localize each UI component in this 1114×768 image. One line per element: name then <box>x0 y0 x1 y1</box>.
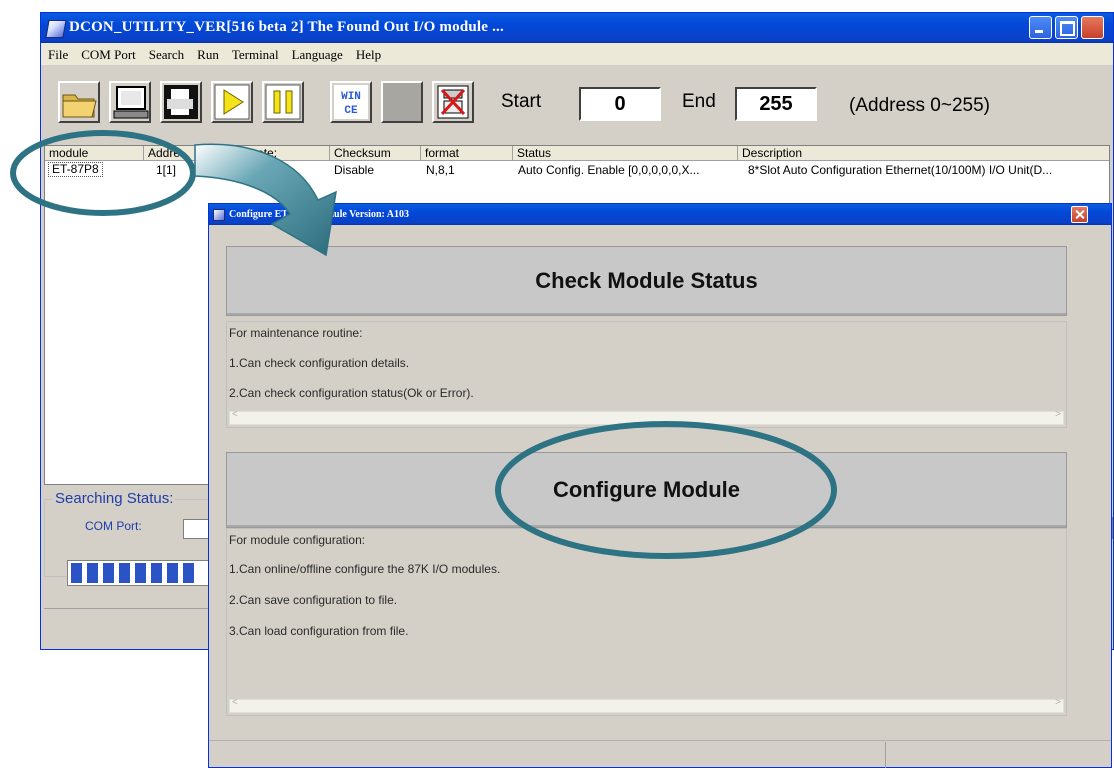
highlight-ellipse-module <box>10 130 196 216</box>
annotation-overlay <box>10 130 837 559</box>
pointer-arrow <box>194 143 337 257</box>
highlight-ellipse-configure <box>495 421 837 559</box>
